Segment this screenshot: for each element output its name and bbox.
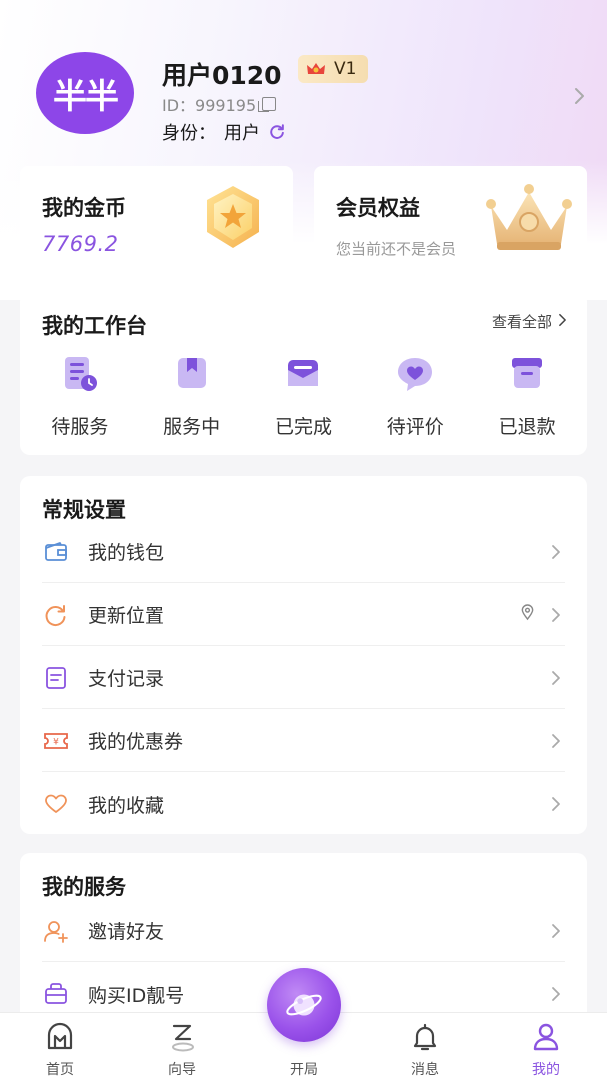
payment-record-icon xyxy=(42,664,70,692)
avatar[interactable]: 半半 xyxy=(36,52,134,134)
tab-home[interactable]: 首页 xyxy=(20,1013,100,1079)
settings-item-label: 我的优惠券 xyxy=(88,731,184,753)
general-settings-section: 常规设置 我的钱包 更新位置 支付记录 ¥ 我的优惠券 我的收藏 xyxy=(20,476,587,834)
settings-item-update-location[interactable]: 更新位置 xyxy=(42,584,565,646)
tab-label: 向导 xyxy=(168,1062,196,1078)
chevron-right-icon xyxy=(549,669,563,687)
chevron-right-icon xyxy=(549,732,563,750)
workbench-item-in-service[interactable]: 服务中 xyxy=(142,352,242,439)
chevron-right-icon xyxy=(549,985,563,1003)
coins-value: 7769.2 xyxy=(42,232,119,256)
location-pin-icon xyxy=(520,604,535,625)
pending-service-icon xyxy=(64,357,97,391)
coin-icon xyxy=(195,180,271,256)
switch-identity-icon[interactable] xyxy=(268,123,286,141)
workbench-item-label: 待服务 xyxy=(51,416,109,438)
chevron-right-icon xyxy=(549,606,563,624)
heart-icon xyxy=(42,790,70,818)
membership-subtitle: 您当前还不是会员 xyxy=(336,240,457,258)
services-title: 我的服务 xyxy=(42,875,126,899)
refunded-icon xyxy=(512,358,543,388)
bell-icon xyxy=(413,1023,437,1051)
chevron-right-icon xyxy=(549,922,563,940)
tab-label: 首页 xyxy=(46,1062,74,1078)
wallet-icon xyxy=(42,538,70,566)
settings-item-payment-records[interactable]: 支付记录 xyxy=(42,647,565,709)
workbench-item-label: 已完成 xyxy=(274,416,332,438)
workbench-item-label: 服务中 xyxy=(163,416,221,438)
tab-guide[interactable]: 向导 xyxy=(142,1013,222,1079)
settings-item-favorites[interactable]: 我的收藏 xyxy=(42,773,565,835)
workbench-item-pending[interactable]: 待服务 xyxy=(30,352,130,439)
chevron-right-icon xyxy=(549,543,563,561)
profile-header[interactable]: 半半 用户0120 V1 ID：999195 身份： 用户 xyxy=(0,0,607,160)
coins-title: 我的金币 xyxy=(42,196,126,220)
completed-icon xyxy=(288,360,319,386)
buy-id-icon xyxy=(42,980,70,1008)
settings-item-label: 支付记录 xyxy=(88,668,165,690)
user-id[interactable]: ID：999195 xyxy=(162,92,277,116)
workbench-item-label: 待评价 xyxy=(386,416,444,438)
settings-item-label: 我的收藏 xyxy=(88,794,165,817)
coupon-icon: ¥ xyxy=(42,727,70,755)
crown-badge-icon xyxy=(306,61,326,77)
workbench-section: 我的工作台 查看全部 待服务 服务中 已完成 待评价 已退款 xyxy=(20,292,587,455)
services-item-invite[interactable]: 邀请好友 xyxy=(42,900,565,962)
view-all-link[interactable]: 查看全部 xyxy=(492,311,567,332)
settings-item-coupons[interactable]: ¥ 我的优惠券 xyxy=(42,710,565,772)
tab-label: 开局 xyxy=(290,1062,318,1078)
in-service-icon xyxy=(177,358,206,388)
planet-icon xyxy=(286,994,322,1016)
workbench-item-to-review[interactable]: 待评价 xyxy=(365,352,465,439)
tab-label: 消息 xyxy=(411,1062,439,1078)
view-all-label: 查看全部 xyxy=(491,313,552,331)
settings-item-label: 更新位置 xyxy=(88,605,165,627)
start-center-button[interactable] xyxy=(267,968,341,1042)
profile-icon xyxy=(533,1023,559,1051)
services-item-label: 邀请好友 xyxy=(88,921,165,943)
copy-icon[interactable] xyxy=(258,97,277,112)
identity-value: 用户 xyxy=(224,123,260,144)
workbench-item-completed[interactable]: 已完成 xyxy=(253,352,353,439)
vip-level: V1 xyxy=(334,59,357,79)
chevron-right-icon[interactable] xyxy=(569,86,589,106)
username: 用户0120 xyxy=(162,61,282,90)
services-item-label: 购买ID靓号 xyxy=(88,984,185,1007)
identity-row[interactable]: 身份： 用户 xyxy=(162,119,286,145)
vip-badge[interactable]: V1 xyxy=(298,55,369,83)
svg-text:¥: ¥ xyxy=(53,737,59,747)
invite-friend-icon xyxy=(42,917,70,945)
workbench-item-label: 已退款 xyxy=(498,416,556,438)
settings-item-wallet[interactable]: 我的钱包 xyxy=(42,521,565,583)
crown-icon xyxy=(483,178,575,258)
workbench-item-refunded[interactable]: 已退款 xyxy=(477,352,577,439)
tab-label: 我的 xyxy=(532,1062,560,1078)
workbench-title: 我的工作台 xyxy=(42,314,147,338)
membership-title: 会员权益 xyxy=(336,196,420,220)
guide-icon xyxy=(172,1024,194,1052)
refresh-location-icon xyxy=(42,601,70,629)
avatar-text: 半半 xyxy=(53,76,119,117)
coins-card[interactable]: 我的金币 7769.2 xyxy=(20,166,293,266)
chevron-right-icon xyxy=(558,313,567,331)
settings-item-label: 我的钱包 xyxy=(88,542,165,564)
settings-title: 常规设置 xyxy=(42,498,126,522)
membership-card[interactable]: 会员权益 您当前还不是会员 xyxy=(314,166,587,266)
to-review-icon xyxy=(398,358,433,391)
chevron-right-icon xyxy=(549,795,563,813)
home-icon xyxy=(47,1022,73,1050)
identity-label: 身份： xyxy=(162,123,216,144)
user-id-text: ID：999195 xyxy=(162,96,257,115)
tab-messages[interactable]: 消息 xyxy=(385,1013,465,1079)
tab-profile[interactable]: 我的 xyxy=(506,1013,586,1079)
